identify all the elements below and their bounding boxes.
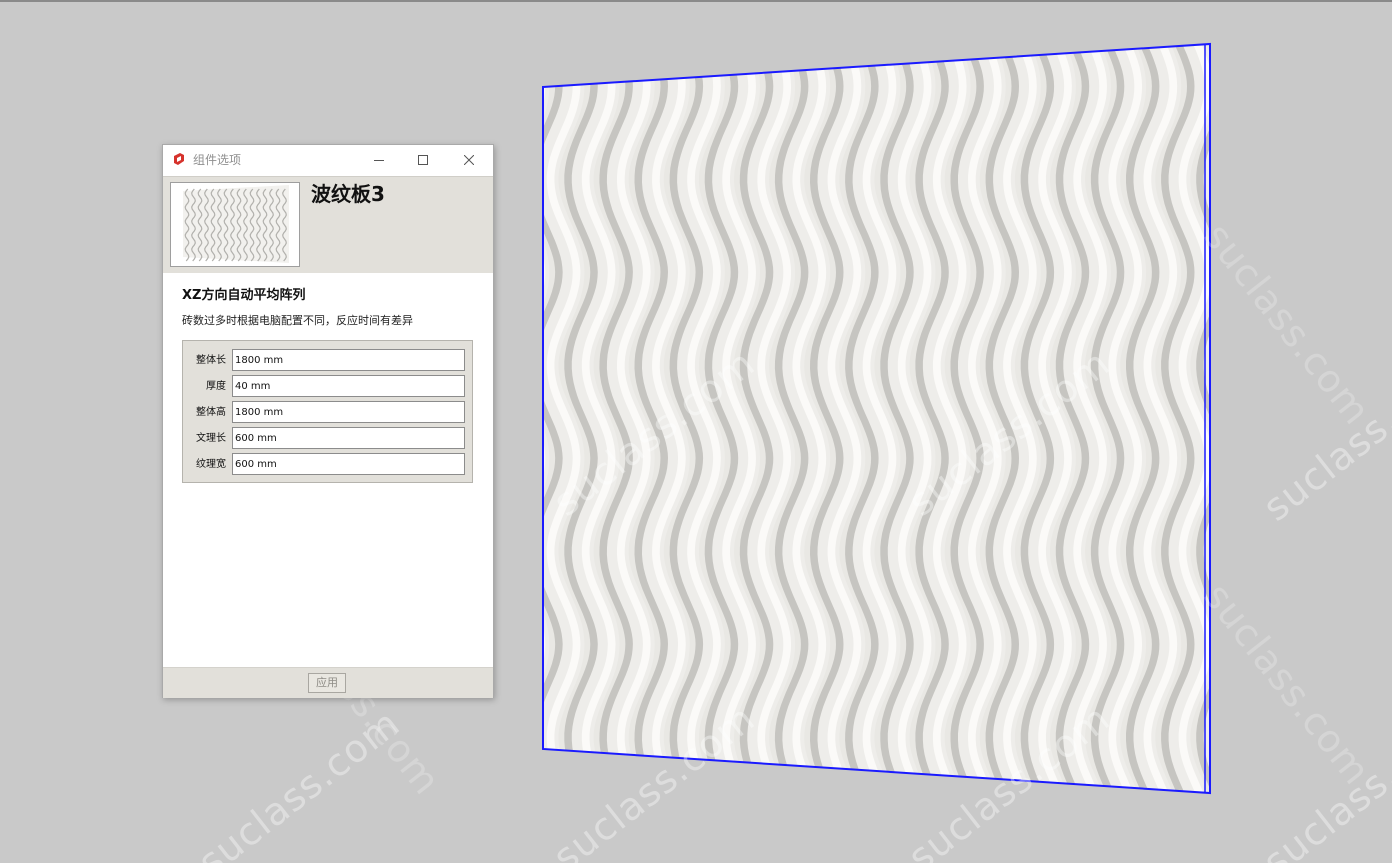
field-row-thickness: 厚度 xyxy=(183,375,472,397)
component-header: 波纹板3 xyxy=(163,176,493,274)
texture-width-input[interactable] xyxy=(232,453,465,475)
minimize-icon xyxy=(374,160,384,161)
maximize-icon xyxy=(418,155,428,165)
field-label: 整体长 xyxy=(196,355,226,366)
dialog-titlebar[interactable]: 组件选项 xyxy=(163,145,493,175)
texture-length-input[interactable] xyxy=(232,427,465,449)
thumbnail-image xyxy=(183,185,289,263)
field-row-texture-width: 纹理宽 xyxy=(183,453,472,475)
overall-height-input[interactable] xyxy=(232,401,465,423)
field-row-texture-length: 文理长 xyxy=(183,427,472,449)
dialog-body: XZ方向自动平均阵列 砖数过多时根据电脑配置不同，反应时间有差异 整体长 厚度 … xyxy=(163,273,493,667)
component-options-dialog: 组件选项 波纹板3 XZ方向自动平均阵列 砖数过多时根据电脑配置不同，反应时间有… xyxy=(162,144,494,698)
field-row-overall-height: 整体高 xyxy=(183,401,472,423)
field-label: 文理长 xyxy=(196,433,226,444)
attributes-group: 整体长 厚度 整体高 文理长 纹理宽 xyxy=(182,340,473,483)
overall-length-input[interactable] xyxy=(232,349,465,371)
field-row-overall-length: 整体长 xyxy=(183,349,472,371)
component-name: 波纹板3 xyxy=(311,182,385,206)
section-title: XZ方向自动平均阵列 xyxy=(182,288,306,303)
dialog-footer: 应用 xyxy=(163,667,493,698)
close-icon xyxy=(464,155,474,165)
field-label: 整体高 xyxy=(196,407,226,418)
component-thumbnail xyxy=(170,182,300,267)
dialog-title: 组件选项 xyxy=(193,153,242,167)
section-description: 砖数过多时根据电脑配置不同，反应时间有差异 xyxy=(182,314,413,327)
sketchup-logo-icon xyxy=(174,153,184,165)
field-label: 厚度 xyxy=(206,381,226,392)
field-label: 纹理宽 xyxy=(196,459,226,470)
close-button[interactable] xyxy=(447,145,491,175)
maximize-button[interactable] xyxy=(401,145,445,175)
apply-button[interactable]: 应用 xyxy=(308,673,346,693)
minimize-button[interactable] xyxy=(357,145,401,175)
thickness-input[interactable] xyxy=(232,375,465,397)
